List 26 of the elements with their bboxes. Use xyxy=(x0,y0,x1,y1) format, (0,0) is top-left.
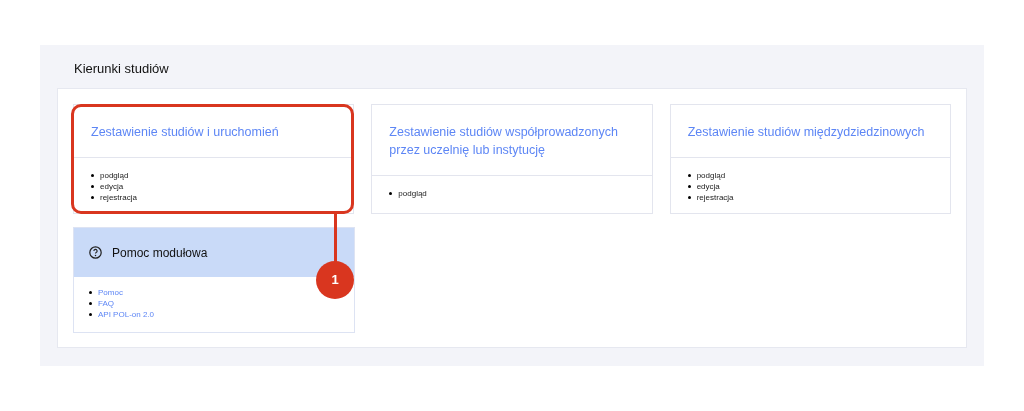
bullet-icon xyxy=(89,313,92,316)
section-title: Kierunki studiów xyxy=(73,60,170,78)
bullet-icon xyxy=(687,174,691,177)
help-title: Pomoc modułowa xyxy=(112,244,208,262)
bullet-icon xyxy=(89,291,92,294)
help-link[interactable]: FAQ xyxy=(98,297,114,310)
card-title-link[interactable]: Zestawienie studiów współprowadzonych przez uczelnię lub instytucję xyxy=(389,123,635,159)
help-link[interactable]: Pomoc xyxy=(98,286,123,299)
bullet-icon xyxy=(89,302,92,305)
bullet-icon xyxy=(687,185,691,188)
permission-text: rejestracja xyxy=(696,191,734,204)
bullet-icon xyxy=(687,196,691,199)
permission-text: edycja xyxy=(100,180,124,193)
card-title-link[interactable]: Zestawienie studiów międzydziedzinowych xyxy=(687,123,933,141)
bullet-icon xyxy=(389,192,393,195)
bullet-icon xyxy=(91,185,94,188)
help-icon xyxy=(89,246,102,259)
help-link[interactable]: API POL-on 2.0 xyxy=(98,308,155,321)
permission-text: podgląd xyxy=(398,187,427,200)
permission-text: podgląd xyxy=(100,169,129,182)
permission-text: podgląd xyxy=(696,169,726,182)
permission-text: rejestracja xyxy=(100,191,137,204)
bullet-icon xyxy=(91,196,94,199)
card-title-link[interactable]: Zestawienie studiów i uruchomień xyxy=(91,123,337,141)
bullet-icon xyxy=(91,174,94,177)
permission-text: edycja xyxy=(696,180,720,193)
